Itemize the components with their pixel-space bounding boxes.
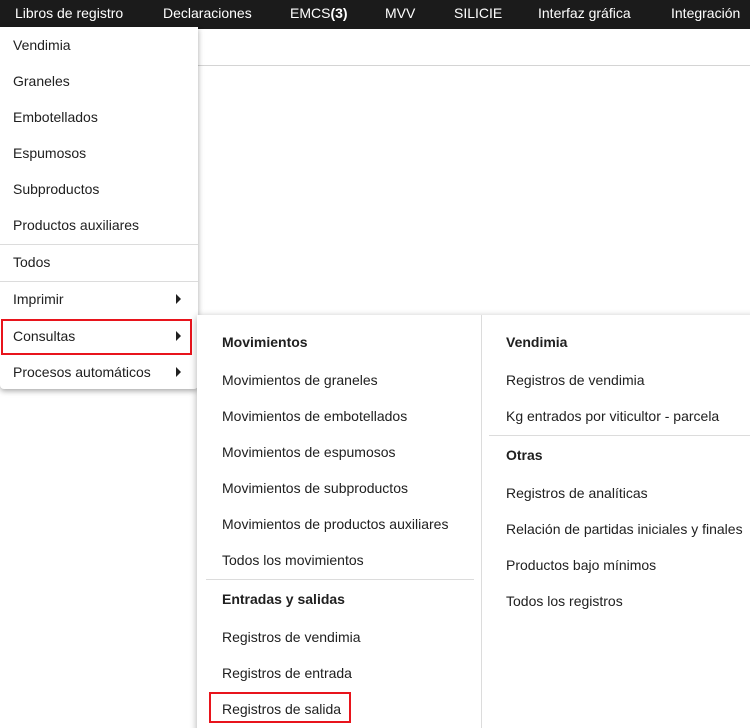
menu-item-label: Todos	[13, 254, 51, 270]
nav-emcs[interactable]: EMCS(3)	[290, 5, 348, 21]
nav-silicie[interactable]: SILICIE	[454, 5, 502, 21]
consultas-submenu: Movimientos Movimientos de graneles Movi…	[197, 315, 750, 728]
link-registros-entrada[interactable]: Registros de entrada	[222, 665, 352, 681]
caret-right-icon	[176, 331, 181, 341]
link-movimientos-graneles[interactable]: Movimientos de graneles	[222, 372, 378, 388]
menu-item-label: Consultas	[13, 328, 76, 344]
section-heading-vendimia: Vendimia	[506, 334, 568, 350]
link-productos-bajo-minimos[interactable]: Productos bajo mínimos	[506, 557, 656, 573]
link-todos-los-movimientos[interactable]: Todos los movimientos	[222, 552, 364, 568]
menu-item-vendimia[interactable]: Vendimia	[0, 27, 198, 63]
menu-item-label: Productos auxiliares	[13, 217, 140, 233]
link-relacion-partidas[interactable]: Relación de partidas iniciales y finales	[506, 521, 743, 537]
menu-item-subproductos[interactable]: Subproductos	[0, 171, 198, 207]
menu-item-productos-auxiliares[interactable]: Productos auxiliares	[0, 207, 198, 243]
link-vendimia-registros[interactable]: Registros de vendimia	[506, 372, 645, 388]
section-divider	[489, 435, 750, 436]
nav-emcs-label: EMCS	[290, 5, 331, 21]
link-movimientos-espumosos[interactable]: Movimientos de espumosos	[222, 444, 396, 460]
link-registros-salida[interactable]: Registros de salida	[222, 701, 341, 717]
link-registros-vendimia[interactable]: Registros de vendimia	[222, 629, 361, 645]
menu-item-espumosos[interactable]: Espumosos	[0, 135, 198, 171]
link-movimientos-embotellados[interactable]: Movimientos de embotellados	[222, 408, 407, 424]
nav-emcs-count: (3)	[330, 5, 348, 21]
link-movimientos-subproductos[interactable]: Movimientos de subproductos	[222, 480, 408, 496]
menu-item-label: Graneles	[13, 73, 70, 89]
caret-right-icon	[176, 367, 181, 377]
nav-integracion[interactable]: Integración	[671, 5, 740, 21]
menu-item-label: Imprimir	[13, 291, 64, 307]
section-heading-otras: Otras	[506, 447, 543, 463]
link-kg-entrados-viticultor[interactable]: Kg entrados por viticultor - parcela	[506, 408, 719, 424]
menu-item-label: Embotellados	[13, 109, 98, 125]
menu-item-consultas[interactable]: Consultas	[0, 318, 198, 354]
section-heading-entradas-salidas: Entradas y salidas	[222, 591, 345, 607]
caret-right-icon	[176, 294, 181, 304]
section-divider	[206, 579, 474, 580]
nav-libros-de-registro[interactable]: Libros de registro	[15, 5, 123, 21]
top-navigation-bar: Libros de registro Declaraciones EMCS(3)…	[0, 0, 750, 29]
nav-interfaz-grafica[interactable]: Interfaz gráfica	[538, 5, 631, 21]
link-todos-los-registros[interactable]: Todos los registros	[506, 593, 623, 609]
menu-item-imprimir[interactable]: Imprimir	[0, 281, 198, 317]
menu-item-label: Espumosos	[13, 145, 87, 161]
libros-de-registro-dropdown: Vendimia Graneles Embotellados Espumosos…	[0, 27, 198, 389]
menu-item-todos[interactable]: Todos	[0, 244, 198, 280]
nav-declaraciones[interactable]: Declaraciones	[163, 5, 252, 21]
section-heading-movimientos: Movimientos	[222, 334, 308, 350]
menu-item-procesos-automaticos[interactable]: Procesos automáticos	[0, 354, 198, 390]
column-divider	[481, 315, 482, 728]
menu-item-label: Procesos automáticos	[13, 364, 151, 380]
link-movimientos-productos-auxiliares[interactable]: Movimientos de productos auxiliares	[222, 516, 448, 532]
menu-item-label: Subproductos	[13, 181, 100, 197]
page-header-divider	[197, 65, 750, 66]
menu-item-label: Vendimia	[13, 37, 71, 53]
menu-item-embotellados[interactable]: Embotellados	[0, 99, 198, 135]
menu-item-graneles[interactable]: Graneles	[0, 63, 198, 99]
link-registros-analiticas[interactable]: Registros de analíticas	[506, 485, 648, 501]
nav-mvv[interactable]: MVV	[385, 5, 415, 21]
